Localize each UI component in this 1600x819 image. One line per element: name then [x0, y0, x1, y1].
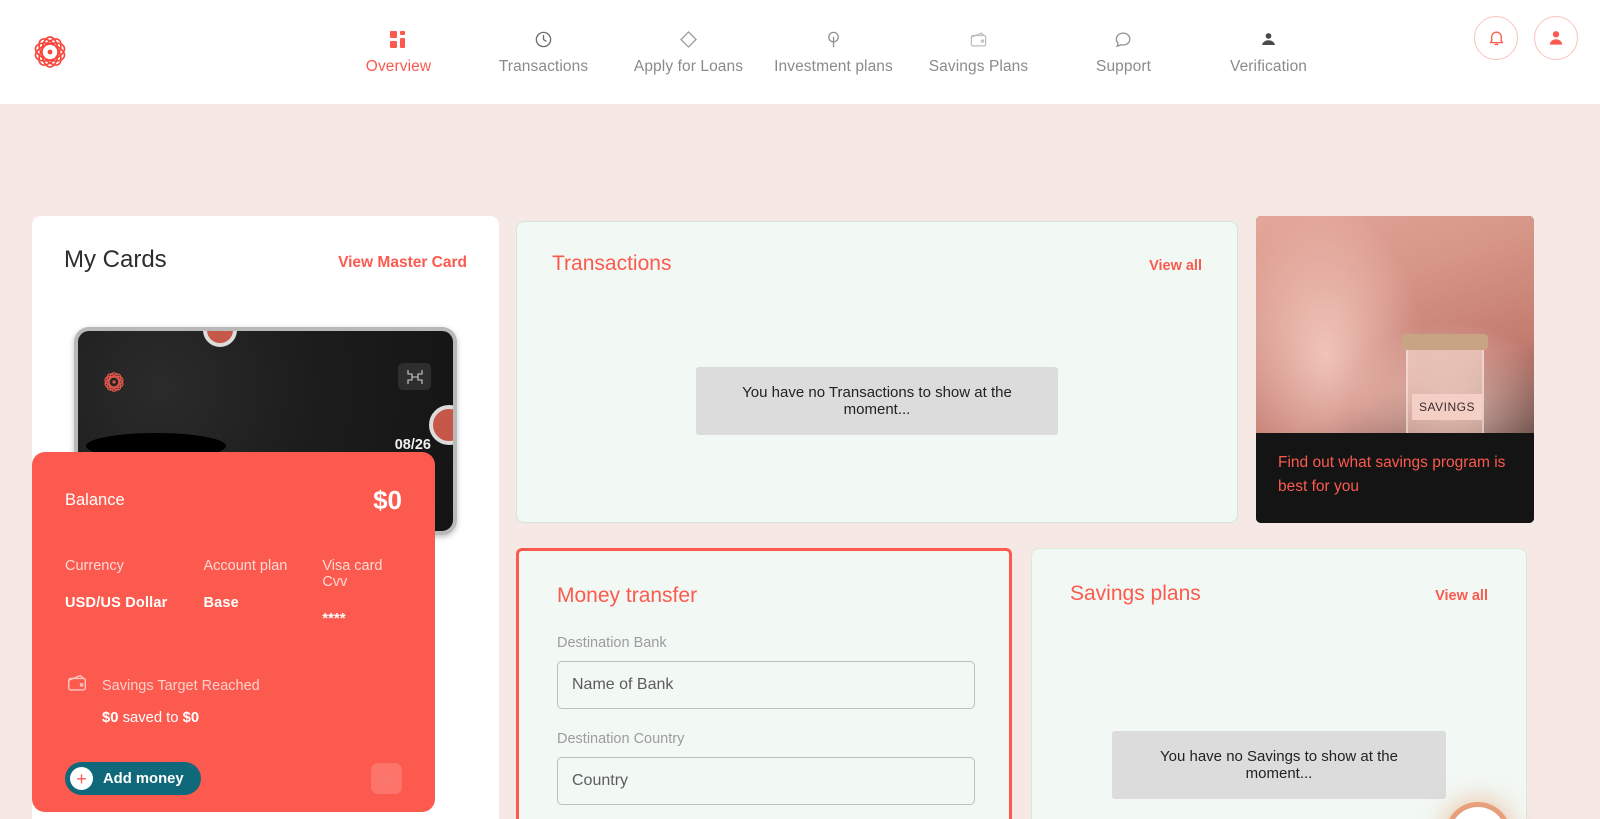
top-navigation-bar: Overview Transactions Apply for Loans In…: [0, 0, 1600, 104]
chip-icon: [398, 363, 431, 390]
account-plan-label: Account plan: [203, 558, 288, 574]
nav-item-support[interactable]: Support: [1051, 29, 1196, 76]
nav-item-verification[interactable]: Verification: [1196, 29, 1341, 76]
balance-actions: + Add money: [65, 762, 402, 795]
savings-plans-header: Savings plans View all: [1070, 582, 1488, 606]
add-money-label: Add money: [103, 770, 184, 787]
nav-label: Savings Plans: [928, 57, 1029, 75]
money-transfer-title: Money transfer: [557, 584, 698, 607]
page-title: My Cards: [64, 246, 167, 273]
savings-jar-label: SAVINGS: [1412, 394, 1482, 420]
add-money-button[interactable]: + Add money: [65, 762, 201, 795]
user-icon: [1259, 29, 1278, 51]
cvv-value: ****: [322, 611, 346, 627]
brand-logo[interactable]: [22, 24, 78, 80]
tag-icon: [679, 29, 698, 51]
nav-label: Investment plans: [774, 57, 893, 75]
account-plan-column: Account plan Base: [203, 558, 322, 627]
target-amount: $0: [182, 710, 200, 726]
balance-row: Balance $0: [65, 485, 402, 516]
currency-label: Currency: [65, 558, 124, 574]
savings-plans-title: Savings plans: [1070, 582, 1201, 605]
my-cards-header: My Cards View Master Card: [64, 246, 467, 274]
destination-bank-label: Destination Bank: [557, 635, 667, 651]
savings-plans-panel: Savings plans View all You have no Savin…: [1031, 548, 1527, 819]
bell-icon: [1489, 31, 1503, 45]
nav-label: Apply for Loans: [633, 57, 744, 75]
wallet-icon: [65, 672, 90, 699]
savings-jar-lid: [1402, 334, 1488, 350]
savings-promo-card[interactable]: SAVINGS Find out what savings program is…: [1256, 216, 1534, 523]
clock-icon: [534, 29, 553, 51]
transactions-title: Transactions: [552, 252, 672, 275]
transactions-view-all-link[interactable]: View all: [1149, 258, 1202, 274]
account-meta-row: Currency USD/US Dollar Account plan Base…: [65, 558, 402, 627]
transactions-header: Transactions View all: [552, 252, 1202, 276]
transactions-panel: Transactions View all You have no Transa…: [516, 221, 1238, 523]
currency-column: Currency USD/US Dollar: [65, 558, 203, 627]
destination-country-label: Destination Country: [557, 731, 685, 747]
grid-icon: [390, 29, 407, 51]
savings-plans-view-all-link[interactable]: View all: [1435, 588, 1488, 604]
card-expiry: 08/26: [394, 437, 431, 453]
account-plan-value: Base: [203, 595, 239, 611]
nav-label: Support: [1096, 57, 1151, 75]
nav-item-investment-plans[interactable]: Investment plans: [761, 29, 906, 76]
savings-progress-text: $0 saved to $0: [102, 710, 402, 726]
destination-country-input[interactable]: [557, 757, 975, 805]
savings-promo-caption: Find out what savings program is best fo…: [1256, 433, 1534, 523]
savings-target-label: Savings Target Reached: [102, 677, 260, 694]
cvv-column: Visa card Cvv ****: [322, 558, 402, 627]
plus-icon: +: [70, 767, 93, 790]
saved-amount: $0: [102, 710, 119, 726]
coin-decoration: [203, 331, 237, 347]
saved-connector: saved to: [118, 710, 183, 726]
currency-value: USD/US Dollar: [65, 595, 168, 611]
wallet-icon: [969, 29, 988, 51]
flower-logo: [34, 36, 66, 68]
toggle-visibility-button[interactable]: [371, 763, 402, 794]
card-brand-logo: [98, 366, 130, 403]
eye-icon: [379, 774, 394, 783]
nav-label: Transactions: [498, 57, 589, 75]
destination-bank-input[interactable]: [557, 661, 975, 709]
nav-right-actions: [1474, 16, 1578, 60]
notifications-button[interactable]: [1474, 16, 1518, 60]
view-master-card-link[interactable]: View Master Card: [338, 254, 467, 272]
savings-target-row: Savings Target Reached: [65, 672, 402, 699]
balance-label: Balance: [65, 491, 125, 509]
nav-label: Overview: [365, 57, 432, 75]
nav-item-transactions[interactable]: Transactions: [471, 29, 616, 76]
dashboard-body: My Cards View Master Card 08/26 Balance …: [0, 104, 1600, 819]
nav-item-apply-for-loans[interactable]: Apply for Loans: [616, 29, 761, 76]
nav-item-overview[interactable]: Overview: [326, 29, 471, 76]
transactions-empty-state: You have no Transactions to show at the …: [696, 367, 1058, 435]
nav-items: Overview Transactions Apply for Loans In…: [326, 29, 1341, 76]
balance-amount: $0: [373, 485, 402, 515]
chat-bubble-icon: [1114, 29, 1133, 51]
nav-label: Verification: [1229, 57, 1308, 75]
user-avatar-icon: [1549, 31, 1563, 45]
cvv-label: Visa card Cvv: [322, 558, 383, 590]
balance-card: Balance $0 Currency USD/US Dollar Accoun…: [32, 452, 435, 812]
money-transfer-panel: Money transfer Destination Bank Destinat…: [516, 548, 1012, 819]
savings-plans-empty-state: You have no Savings to show at the momen…: [1112, 731, 1446, 799]
nav-item-savings-plans[interactable]: Savings Plans: [906, 29, 1051, 76]
profile-button[interactable]: [1534, 16, 1578, 60]
coin-decoration: [429, 405, 453, 445]
tree-icon: [824, 29, 843, 51]
